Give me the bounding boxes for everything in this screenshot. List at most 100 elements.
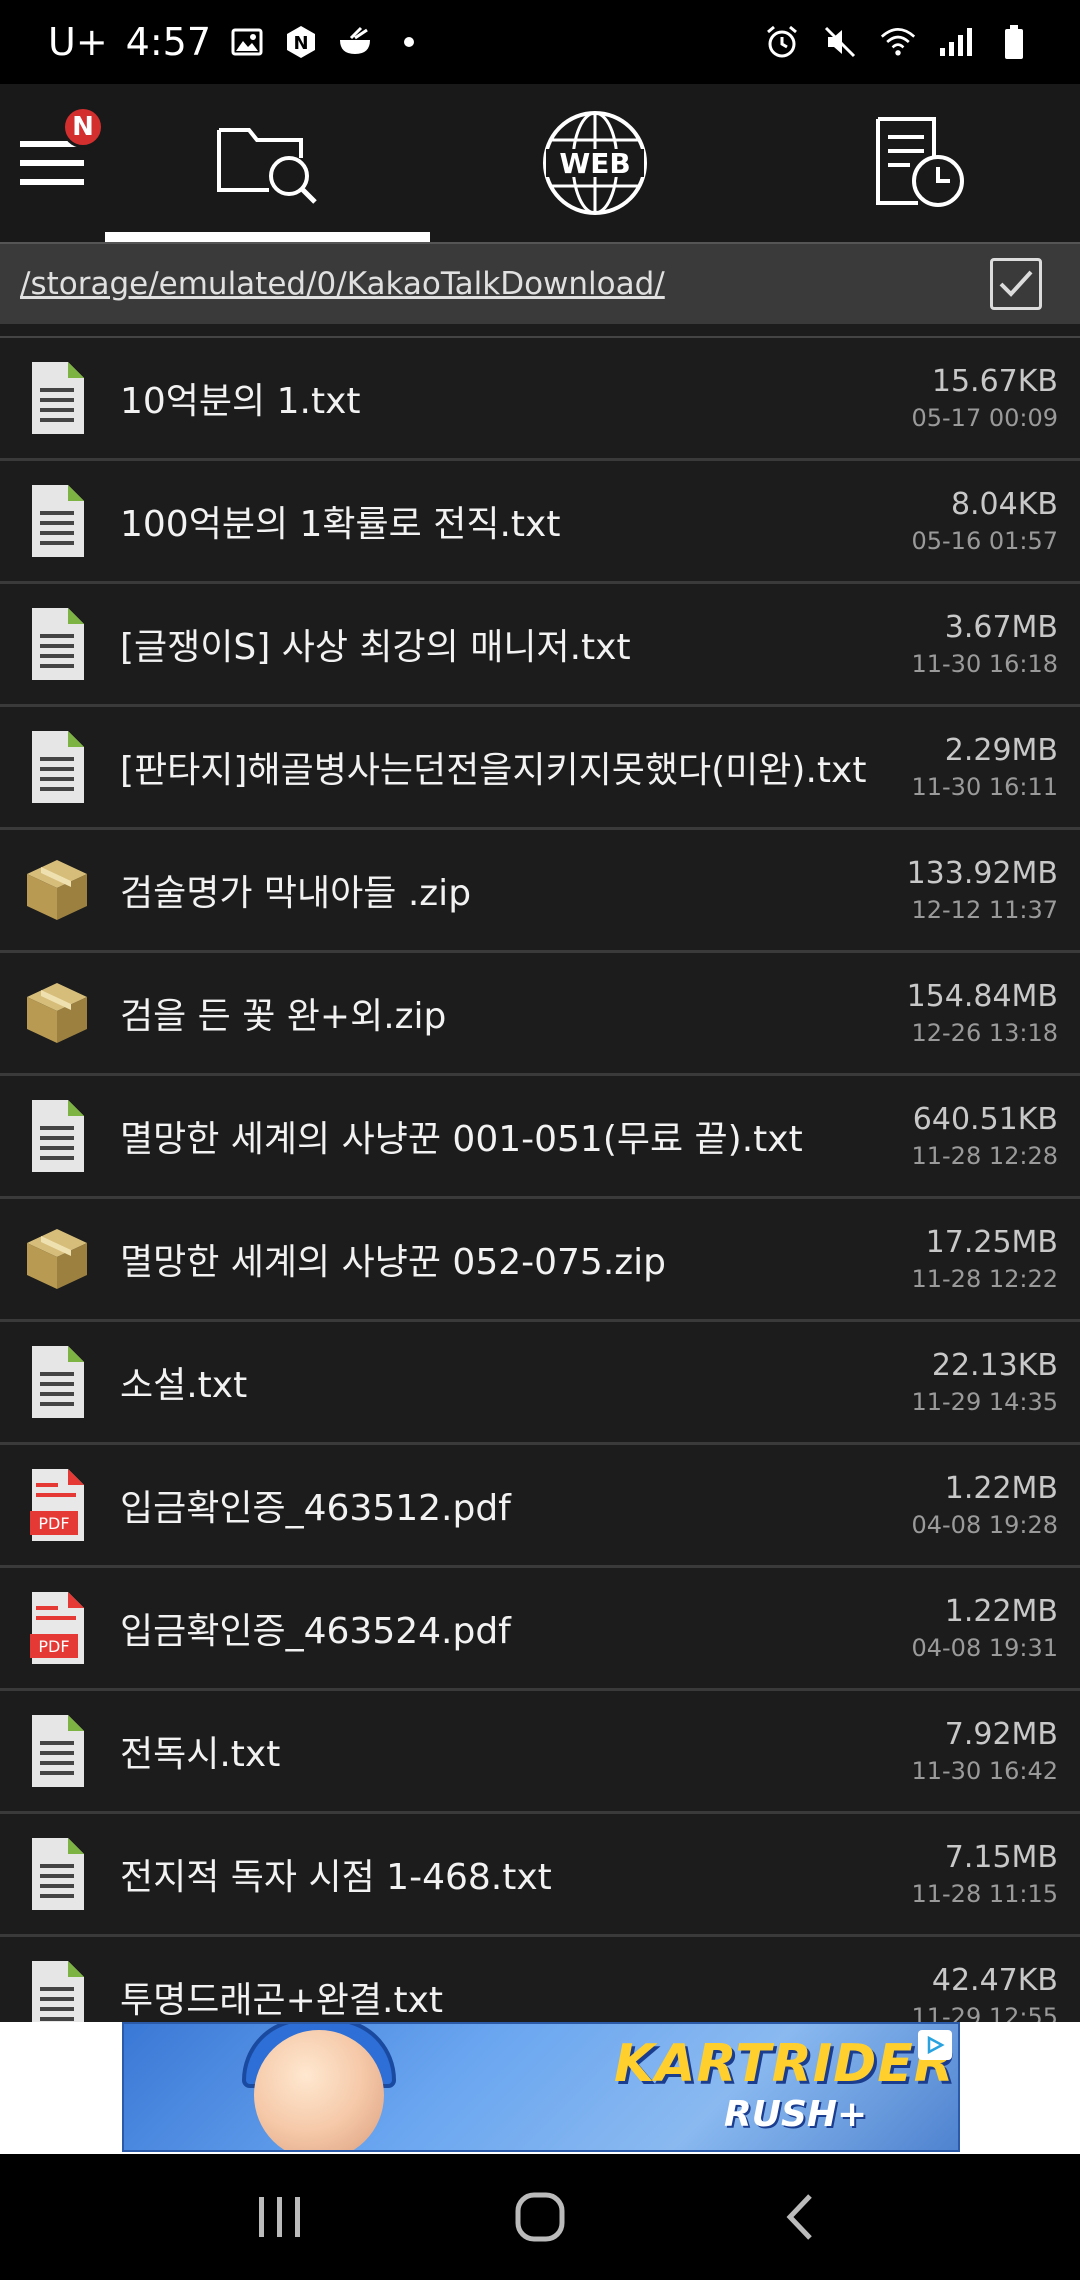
file-row[interactable]: 멸망한 세계의 사냥꾼 052-075.zip 17.25MB 11-28 12:2… <box>0 1199 1080 1322</box>
file-size: 640.51KB <box>912 1102 1058 1137</box>
file-date: 11-28 12:22 <box>911 1265 1058 1293</box>
n-badge-icon: N <box>283 24 319 60</box>
tab-history[interactable] <box>760 84 1080 242</box>
file-name: 멸망한 세계의 사냥꾼 052-075.zip <box>120 1242 667 1283</box>
file-meta: 3.67MB 11-30 16:18 <box>911 608 1058 680</box>
ad-choices-icon[interactable] <box>918 2030 952 2060</box>
file-size: 42.47KB <box>931 1963 1058 1998</box>
file-date: 11-29 14:35 <box>911 1388 1058 1416</box>
file-meta: 2.29MB 11-30 16:11 <box>911 731 1058 803</box>
text-file-icon <box>22 358 92 438</box>
file-meta: 640.51KB 11-28 12:28 <box>911 1100 1058 1172</box>
path-bar: /storage/emulated/0/KakaoTalkDownload/ <box>0 242 1080 324</box>
file-name: 전지적 독자 시점 1-468.txt <box>120 1857 552 1898</box>
folder-search-icon <box>216 128 317 204</box>
current-path-link[interactable]: /storage/emulated/0/KakaoTalkDownload/ <box>20 266 665 302</box>
text-file-icon <box>22 727 92 807</box>
text-file-icon <box>22 1711 92 1791</box>
file-size: 17.25MB <box>925 1225 1058 1260</box>
checkmark-icon <box>999 270 1033 297</box>
file-row[interactable]: [글쟁이S] 사상 최강의 매니저.txt 3.67MB 11-30 16:18 <box>0 584 1080 707</box>
file-date: 05-17 00:09 <box>911 404 1058 432</box>
file-date: 11-30 16:42 <box>911 1757 1058 1785</box>
file-meta: 17.25MB 11-28 12:22 <box>911 1223 1058 1295</box>
recent-apps-button[interactable] <box>235 2172 325 2262</box>
file-row[interactable]: 전지적 독자 시점 1-468.txt 7.15MB 11-28 11:15 <box>0 1814 1080 1937</box>
tab-web[interactable]: WEB <box>430 84 760 242</box>
file-row[interactable]: 검술명가 막내아들 .zip 133.92MB 12-12 11:37 <box>0 830 1080 953</box>
wifi-icon <box>880 24 916 60</box>
navigation-bar <box>0 2154 1080 2280</box>
file-name: 전독시.txt <box>120 1734 281 1775</box>
text-file-icon <box>22 1834 92 1914</box>
tab-folder-search[interactable] <box>105 84 430 242</box>
file-row[interactable]: [판타지]해골병사는던전을지키지못했다(미완).txt 2.29MB 11-30 1… <box>0 707 1080 830</box>
file-row[interactable]: 전독시.txt 7.92MB 11-30 16:42 <box>0 1691 1080 1814</box>
ad-banner[interactable]: KARTRIDER RUSH+ <box>122 2022 960 2152</box>
file-name: 입금확인증_463512.pdf <box>120 1488 511 1529</box>
file-row[interactable]: PDF 입금확인증_463512.pdf 1.22MB 04-08 19:28 <box>0 1445 1080 1568</box>
file-date: 12-26 13:18 <box>911 1019 1058 1047</box>
file-meta: 8.04KB 05-16 01:57 <box>911 485 1058 557</box>
dot-icon <box>391 24 427 60</box>
text-file-icon <box>22 1096 92 1176</box>
file-name: 입금확인증_463524.pdf <box>120 1611 511 1652</box>
file-name: 소설.txt <box>120 1365 248 1406</box>
home-button[interactable] <box>495 2172 585 2262</box>
file-size: 8.04KB <box>950 487 1058 522</box>
status-bar: U+ 4:57 N <box>0 0 1080 84</box>
file-date: 04-08 19:31 <box>911 1634 1058 1662</box>
battery-icon <box>996 24 1032 60</box>
file-row[interactable]: PDF 입금확인증_463524.pdf 1.22MB 04-08 19:31 <box>0 1568 1080 1691</box>
file-name: 투명드래곤+완결.txt <box>120 1980 443 2021</box>
bowl-icon <box>337 24 373 60</box>
top-toolbar: N WEB <box>0 84 1080 242</box>
file-list: 10억분의 1.txt 15.67KB 05-17 00:09 100억분의 1확률로… <box>0 336 1080 2022</box>
file-row[interactable]: 10억분의 1.txt 15.67KB 05-17 00:09 <box>0 338 1080 461</box>
file-row[interactable]: 검을 든 꽃 완+외.zip 154.84MB 12-26 13:18 <box>0 953 1080 1076</box>
carrier-label: U+ <box>48 20 108 64</box>
svg-text:N: N <box>293 33 308 54</box>
status-right <box>764 24 1032 60</box>
file-name: 100억분의 1확률로 전직.txt <box>120 504 561 545</box>
pdf-file-icon: PDF <box>22 1588 92 1668</box>
svg-text:PDF: PDF <box>38 1637 69 1656</box>
text-file-icon <box>22 481 92 561</box>
web-globe-icon: WEB <box>543 111 647 215</box>
text-file-icon <box>22 604 92 684</box>
back-button[interactable] <box>755 2172 845 2262</box>
alarm-icon <box>764 24 800 60</box>
file-date: 11-28 12:28 <box>911 1142 1058 1170</box>
file-meta: 15.67KB 05-17 00:09 <box>911 362 1058 434</box>
file-row[interactable]: 소설.txt 22.13KB 11-29 14:35 <box>0 1322 1080 1445</box>
ad-area: KARTRIDER RUSH+ <box>0 2022 1080 2154</box>
text-file-icon <box>22 1342 92 1422</box>
file-meta: 7.92MB 11-30 16:42 <box>911 1715 1058 1787</box>
file-name: [글쟁이S] 사상 최강의 매니저.txt <box>120 627 631 668</box>
status-left: U+ 4:57 N <box>48 20 427 64</box>
file-row[interactable]: 100억분의 1확률로 전직.txt 8.04KB 05-16 01:57 <box>0 461 1080 584</box>
zip-file-icon <box>22 850 92 930</box>
file-date: 12-12 11:37 <box>911 896 1058 924</box>
clock: 4:57 <box>125 20 211 64</box>
ad-subtitle: RUSH+ <box>724 2094 868 2135</box>
menu-button[interactable]: N <box>0 84 105 242</box>
file-meta: 1.22MB 04-08 19:31 <box>911 1592 1058 1664</box>
file-size: 2.29MB <box>944 733 1058 768</box>
active-tab-indicator <box>105 232 430 242</box>
select-all-checkbox[interactable] <box>990 258 1042 310</box>
file-size: 1.22MB <box>944 1471 1058 1506</box>
home-icon <box>515 2192 565 2242</box>
recent-apps-icon <box>259 2197 300 2237</box>
file-meta: 22.13KB 11-29 14:35 <box>911 1346 1058 1418</box>
ad-title: KARTRIDER <box>614 2034 955 2094</box>
file-row[interactable]: 멸망한 세계의 사냥꾼 001-051(무료 끝).txt 640.51KB 11-… <box>0 1076 1080 1199</box>
file-date: 11-29 12:55 <box>911 2003 1058 2022</box>
file-meta: 133.92MB 12-12 11:37 <box>907 854 1058 926</box>
file-meta: 1.22MB 04-08 19:28 <box>911 1469 1058 1541</box>
file-row[interactable]: 투명드래곤+완결.txt 42.47KB 11-29 12:55 <box>0 1937 1080 2022</box>
pdf-file-icon: PDF <box>22 1465 92 1545</box>
file-name: 10억분의 1.txt <box>120 381 361 422</box>
file-date: 11-30 16:11 <box>911 773 1058 801</box>
file-size: 7.15MB <box>944 1840 1058 1875</box>
